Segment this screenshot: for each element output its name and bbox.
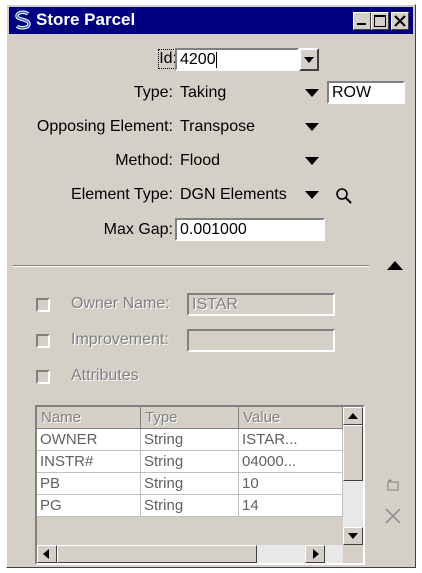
owner-name-input[interactable]: ISTAR (187, 293, 335, 316)
title-bar[interactable]: Store Parcel (9, 7, 413, 34)
element-type-select[interactable]: DGN Elements (175, 183, 323, 206)
cell-type: String (141, 473, 239, 495)
maximize-button[interactable] (371, 12, 389, 30)
chevron-down-icon (305, 89, 319, 97)
id-input[interactable]: 4200 (175, 48, 299, 71)
add-row-icon[interactable] (385, 477, 401, 493)
id-dropdown-button[interactable] (299, 48, 319, 71)
window-title: Store Parcel (36, 10, 136, 29)
opposing-element-label: Opposing Element: (36, 118, 173, 135)
method-select[interactable]: Flood (175, 149, 323, 172)
chevron-down-icon (305, 191, 319, 199)
element-type-value: DGN Elements (180, 186, 287, 203)
max-gap-input[interactable]: 0.001000 (175, 218, 325, 241)
scroll-up-button[interactable] (343, 407, 363, 425)
owner-name-checkbox[interactable] (36, 298, 50, 312)
element-type-label: Element Type: (71, 186, 173, 203)
chevron-down-icon (305, 157, 319, 165)
cell-value: 10 (239, 473, 343, 495)
close-button[interactable] (391, 12, 409, 30)
cell-name: PB (37, 473, 141, 495)
column-header-value[interactable]: Value (239, 407, 343, 429)
scroll-thumb[interactable] (343, 425, 363, 481)
improvement-input[interactable] (187, 329, 335, 352)
minimize-button[interactable] (353, 12, 371, 30)
arrow-left-icon (43, 549, 49, 559)
horizontal-scrollbar[interactable] (37, 545, 343, 563)
scroll-down-button[interactable] (343, 527, 363, 545)
cell-name: OWNER (37, 429, 141, 451)
triangle-up-icon[interactable] (387, 261, 403, 270)
cell-name: INSTR# (37, 451, 141, 473)
arrow-up-icon (348, 413, 358, 419)
type-value: Taking (180, 84, 227, 101)
minimize-icon (357, 23, 366, 25)
opposing-element-select[interactable]: Transpose (175, 115, 323, 138)
cell-name: PG (37, 495, 141, 517)
attributes-label: Attributes (71, 367, 139, 384)
cell-value: 04000... (239, 451, 343, 473)
cell-type: String (141, 495, 239, 517)
cell-type: String (141, 451, 239, 473)
type-extra-field[interactable]: ROW (327, 81, 405, 104)
column-header-name[interactable]: Name (37, 407, 141, 429)
cell-type: String (141, 429, 239, 451)
scroll-thumb[interactable] (57, 545, 257, 563)
improvement-label: Improvement: (71, 331, 169, 348)
improvement-checkbox[interactable] (36, 334, 50, 348)
delete-x-icon[interactable] (384, 507, 402, 525)
maximize-icon (374, 15, 386, 27)
chevron-down-icon (304, 57, 314, 63)
method-label: Method: (115, 152, 173, 169)
store-parcel-window: Store Parcel Id: 4200 Type: Taking ROW O… (6, 4, 416, 568)
type-extra-value: ROW (332, 84, 372, 101)
scroll-right-button[interactable] (305, 545, 325, 563)
opposing-element-value: Transpose (180, 118, 255, 135)
close-icon (394, 15, 406, 27)
section-divider (13, 265, 369, 267)
id-value: 4200 (180, 51, 216, 68)
arrow-right-icon (313, 549, 319, 559)
scroll-left-button[interactable] (37, 545, 57, 563)
max-gap-label: Max Gap: (103, 221, 173, 238)
text-cursor (215, 51, 217, 68)
vertical-scrollbar[interactable] (343, 407, 363, 545)
owner-name-label: Owner Name: (71, 295, 170, 312)
cell-value: 14 (239, 495, 343, 517)
attributes-checkbox[interactable] (36, 370, 50, 384)
type-label: Type: (133, 84, 173, 101)
scroll-corner (343, 545, 363, 563)
chevron-down-icon (305, 123, 319, 131)
cell-value: ISTAR... (239, 429, 343, 451)
attributes-table[interactable]: Name Type Value OWNER String ISTAR... IN… (35, 405, 365, 565)
arrow-down-icon (348, 533, 358, 539)
app-icon (15, 10, 31, 30)
magnifier-icon[interactable] (334, 186, 354, 206)
type-select[interactable]: Taking (175, 81, 323, 104)
column-header-type[interactable]: Type (141, 407, 239, 429)
method-value: Flood (180, 152, 221, 169)
max-gap-value: 0.001000 (180, 221, 247, 238)
owner-name-value: ISTAR (192, 296, 238, 313)
